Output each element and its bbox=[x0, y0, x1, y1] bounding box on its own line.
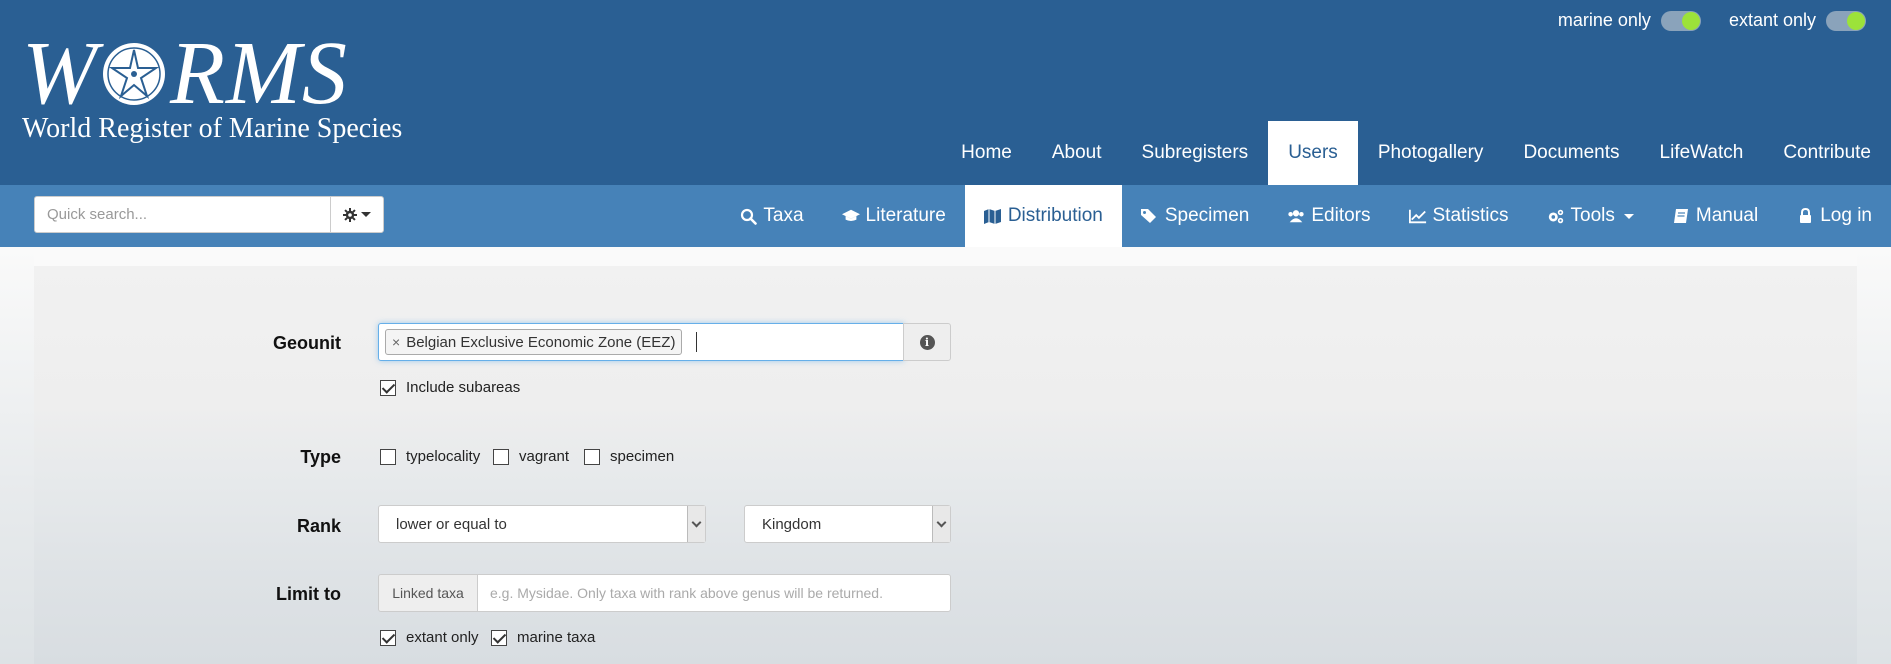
top-navigation: Home About Subregisters Users Photogalle… bbox=[941, 121, 1891, 185]
extant-only-label: extant only bbox=[1728, 10, 1816, 30]
worms-logo[interactable]: W RMS World Register of Marine Species bbox=[22, 24, 403, 144]
geounit-label: Geounit bbox=[273, 333, 341, 353]
book-icon bbox=[1672, 207, 1690, 225]
subnav-specimen[interactable]: Specimen bbox=[1122, 185, 1269, 247]
subnav-editors-label: Editors bbox=[1311, 205, 1371, 226]
line-chart-icon bbox=[1408, 207, 1427, 225]
info-icon: i bbox=[919, 334, 935, 350]
topnav-documents[interactable]: Documents bbox=[1503, 121, 1639, 185]
extant-only-checkbox-label: extant only bbox=[406, 629, 479, 646]
subnav-distribution[interactable]: Distribution bbox=[964, 185, 1122, 247]
checkbox-box[interactable] bbox=[380, 448, 396, 465]
geounit-input[interactable]: × Belgian Exclusive Economic Zone (EEZ) bbox=[378, 323, 904, 361]
extant-only-toggle[interactable]: extant only bbox=[1729, 10, 1866, 31]
tags-icon bbox=[1140, 207, 1159, 225]
subnav-taxa-label: Taxa bbox=[763, 205, 804, 226]
extant-only-checkbox[interactable]: extant only bbox=[380, 629, 479, 646]
marine-taxa-label: marine taxa bbox=[517, 629, 596, 646]
site-header: W RMS World Register of Marine Species m… bbox=[0, 0, 1891, 185]
marine-only-switch[interactable] bbox=[1660, 10, 1701, 31]
topnav-home[interactable]: Home bbox=[941, 121, 1032, 185]
checkbox-box[interactable] bbox=[380, 379, 396, 396]
subnav-distribution-label: Distribution bbox=[1007, 205, 1103, 226]
sand-dollar-icon bbox=[102, 43, 165, 105]
topnav-lifewatch[interactable]: LifeWatch bbox=[1640, 121, 1764, 185]
subnav-statistics[interactable]: Statistics bbox=[1390, 185, 1528, 247]
checkbox-box[interactable] bbox=[493, 448, 509, 465]
subnav-manual-label: Manual bbox=[1695, 205, 1759, 226]
topnav-contribute[interactable]: Contribute bbox=[1763, 121, 1891, 185]
geounit-tag-label: Belgian Exclusive Economic Zone (EEZ) bbox=[406, 333, 676, 351]
typelocality-checkbox[interactable]: typelocality bbox=[380, 448, 480, 465]
subnav-login-label: Log in bbox=[1820, 205, 1872, 226]
chevron-down-icon bbox=[361, 212, 371, 217]
rank-operator-value: lower or equal to bbox=[396, 515, 507, 533]
users-icon bbox=[1287, 207, 1305, 225]
specimen-checkbox[interactable]: specimen bbox=[584, 448, 674, 465]
subnav-literature[interactable]: Literature bbox=[823, 185, 965, 247]
rank-operator-select[interactable]: lower or equal to bbox=[378, 505, 706, 543]
typelocality-label: typelocality bbox=[406, 448, 481, 465]
sub-navigation-bar: Quick search... Taxa Literature Distribu… bbox=[0, 185, 1891, 247]
text-cursor bbox=[696, 332, 698, 352]
checkbox-box[interactable] bbox=[380, 629, 396, 646]
geounit-info-button[interactable]: i bbox=[903, 323, 951, 361]
section-navigation: Taxa Literature Distribution Specimen Ed… bbox=[720, 185, 1891, 247]
graduation-cap-icon bbox=[841, 207, 860, 225]
gear-icon bbox=[343, 207, 357, 222]
vagrant-label: vagrant bbox=[519, 448, 570, 465]
topnav-users[interactable]: Users bbox=[1268, 121, 1358, 185]
checkbox-box[interactable] bbox=[491, 629, 507, 646]
subnav-manual[interactable]: Manual bbox=[1653, 185, 1777, 247]
subnav-statistics-label: Statistics bbox=[1432, 205, 1509, 226]
switch-knob bbox=[1681, 11, 1700, 30]
subnav-editors[interactable]: Editors bbox=[1268, 185, 1389, 247]
search-options-button[interactable] bbox=[330, 196, 384, 233]
page-background-right bbox=[1857, 247, 1891, 664]
extant-only-switch[interactable] bbox=[1826, 10, 1866, 31]
logo-wordmark: W RMS bbox=[22, 24, 402, 123]
subnav-literature-label: Literature bbox=[865, 205, 946, 226]
topnav-photogallery[interactable]: Photogallery bbox=[1358, 121, 1504, 185]
search-icon bbox=[739, 207, 757, 225]
limit-to-label: Limit to bbox=[276, 584, 341, 604]
marine-only-toggle[interactable]: marine only bbox=[1558, 10, 1701, 31]
marine-taxa-checkbox[interactable]: marine taxa bbox=[491, 629, 595, 646]
include-subareas-label: Include subareas bbox=[406, 379, 521, 396]
page-background-left bbox=[0, 247, 34, 664]
chevron-down-icon bbox=[932, 506, 950, 542]
include-subareas-checkbox[interactable]: Include subareas bbox=[380, 379, 520, 396]
logo-letter-w: W bbox=[22, 24, 98, 123]
cogs-icon bbox=[1547, 207, 1565, 225]
tag-remove-button[interactable]: × bbox=[392, 334, 400, 350]
subnav-specimen-label: Specimen bbox=[1164, 205, 1250, 226]
rank-label: Rank bbox=[296, 516, 341, 536]
type-label: Type bbox=[300, 447, 341, 467]
filter-toggles: marine only extant only bbox=[1558, 10, 1866, 31]
linked-taxa-addon: Linked taxa bbox=[378, 574, 478, 612]
rank-value-select[interactable]: Kingdom bbox=[744, 505, 951, 543]
switch-knob bbox=[1847, 11, 1865, 30]
checkbox-box[interactable] bbox=[584, 448, 600, 465]
specimen-label: specimen bbox=[610, 448, 675, 465]
lock-icon bbox=[1796, 207, 1814, 225]
map-icon bbox=[984, 207, 1002, 225]
subnav-tools-label: Tools bbox=[1570, 205, 1615, 226]
vagrant-checkbox[interactable]: vagrant bbox=[493, 448, 569, 465]
quick-search-input[interactable]: Quick search... bbox=[34, 196, 331, 233]
logo-letters-rms: RMS bbox=[169, 24, 348, 123]
subnav-taxa[interactable]: Taxa bbox=[720, 185, 822, 247]
linked-taxa-input[interactable]: e.g. Mysidae. Only taxa with rank above … bbox=[477, 574, 951, 612]
chevron-down-icon bbox=[687, 506, 705, 542]
topnav-subregisters[interactable]: Subregisters bbox=[1122, 121, 1269, 185]
topnav-about[interactable]: About bbox=[1032, 121, 1122, 185]
subnav-tools[interactable]: Tools bbox=[1528, 185, 1653, 247]
page-background bbox=[0, 247, 1891, 266]
geounit-tag: × Belgian Exclusive Economic Zone (EEZ) bbox=[385, 329, 683, 355]
marine-only-label: marine only bbox=[1557, 10, 1651, 30]
chevron-down-icon bbox=[1623, 213, 1634, 219]
subnav-login[interactable]: Log in bbox=[1777, 185, 1891, 247]
logo-subtitle: World Register of Marine Species bbox=[22, 113, 403, 144]
rank-value: Kingdom bbox=[762, 515, 822, 533]
